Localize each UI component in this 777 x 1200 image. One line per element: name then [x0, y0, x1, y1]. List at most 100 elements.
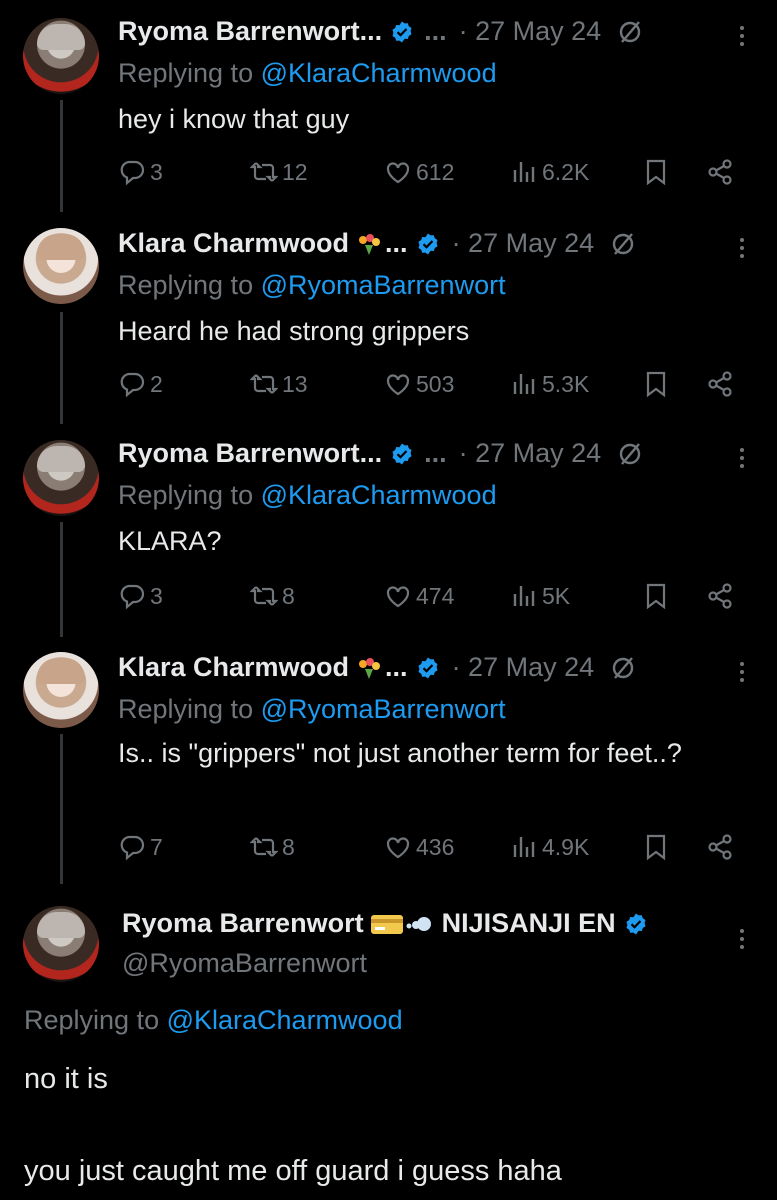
avatar[interactable]: [23, 906, 99, 982]
reply-button[interactable]: 2: [118, 370, 163, 398]
display-name[interactable]: Ryoma Barrenwort: [122, 908, 364, 939]
views-icon: [513, 162, 535, 182]
bouquet-icon: [359, 657, 381, 679]
mention-link[interactable]: @KlaraCharmwood: [261, 480, 497, 510]
thread-line: [60, 100, 63, 212]
handle[interactable]: @RyomaBarrenwort: [122, 948, 367, 979]
tweet-text: KLARA?: [118, 526, 222, 556]
action-bar: 3 12 612 6.2K: [118, 158, 748, 190]
grok-slash-icon[interactable]: [617, 19, 643, 45]
timestamp[interactable]: · 27 May 24: [459, 438, 602, 469]
share-icon: [708, 159, 732, 185]
credit-card-icon: [370, 914, 403, 934]
tweet-text: Heard he had strong grippers: [118, 316, 470, 346]
timestamp[interactable]: · 27 May 24: [459, 16, 602, 47]
views-icon: [513, 837, 535, 857]
like-icon: [386, 374, 410, 396]
reply-icon: [120, 160, 145, 186]
display-name[interactable]: Klara Charmwood: [118, 652, 349, 683]
action-bar: 2 13 503 5.3K: [118, 370, 748, 402]
replying-to: Replying to @KlaraCharmwood: [118, 58, 497, 88]
like-button[interactable]: 436: [384, 833, 454, 861]
action-bar: 7 8 436 4.9K: [118, 833, 748, 865]
reply-button[interactable]: 7: [118, 833, 163, 861]
verified-icon: [392, 443, 412, 464]
display-name-suffix: NIJISANJI EN: [441, 908, 616, 938]
like-button[interactable]: 503: [384, 370, 454, 398]
like-icon: [386, 837, 410, 859]
repost-button[interactable]: 12: [250, 158, 308, 186]
bookmark-icon: [646, 371, 666, 398]
timestamp[interactable]: · 27 May 24: [452, 228, 595, 259]
share-button[interactable]: [706, 370, 738, 398]
avatar[interactable]: [23, 652, 99, 728]
share-button[interactable]: [706, 833, 738, 861]
display-name[interactable]: Ryoma Barrenwort...: [118, 438, 382, 469]
display-name[interactable]: Ryoma Barrenwort...: [118, 16, 382, 47]
tweet-text: hey i know that guy: [118, 104, 350, 134]
share-icon: [708, 371, 732, 397]
bookmark-icon: [646, 834, 666, 861]
bookmark-button[interactable]: [642, 833, 674, 861]
thread-line: [60, 522, 63, 637]
avatar[interactable]: [23, 228, 99, 304]
like-button[interactable]: 474: [384, 582, 454, 610]
share-icon: [708, 834, 732, 860]
verified-icon: [418, 233, 438, 254]
bookmark-icon: [646, 583, 666, 610]
truncation-dots: ...: [424, 438, 447, 468]
reply-icon: [120, 835, 145, 861]
repost-button[interactable]: 8: [250, 833, 295, 861]
reply-icon: [120, 372, 145, 398]
verified-icon: [392, 21, 412, 42]
share-icon: [708, 583, 732, 609]
tweet-text-line: no it is: [24, 1063, 108, 1095]
bookmark-button[interactable]: [642, 158, 674, 186]
mention-link[interactable]: @RyomaBarrenwort: [261, 694, 506, 724]
views-button[interactable]: 5.3K: [510, 370, 589, 398]
mention-link[interactable]: @KlaraCharmwood: [167, 1005, 403, 1035]
avatar[interactable]: [23, 440, 99, 516]
grok-slash-icon[interactable]: [610, 655, 636, 681]
repost-button[interactable]: 13: [250, 370, 308, 398]
more-icon[interactable]: [737, 925, 747, 955]
truncation-dots: ...: [385, 228, 408, 258]
like-icon: [386, 162, 410, 184]
verified-icon: [418, 657, 438, 678]
replying-to: Replying to @RyomaBarrenwort: [118, 694, 506, 724]
bookmark-icon: [646, 159, 666, 186]
views-icon: [513, 586, 535, 606]
bouquet-icon: [359, 233, 381, 255]
reply-button[interactable]: 3: [118, 582, 163, 610]
action-bar: 3 8 474 5K: [118, 582, 748, 614]
reply-button[interactable]: 3: [118, 158, 163, 186]
bookmark-button[interactable]: [642, 582, 674, 610]
like-button[interactable]: 612: [384, 158, 454, 186]
views-button[interactable]: 6.2K: [510, 158, 589, 186]
verified-icon: [626, 913, 646, 934]
grok-slash-icon[interactable]: [610, 231, 636, 257]
share-button[interactable]: [706, 158, 738, 186]
share-button[interactable]: [706, 582, 738, 610]
mention-link[interactable]: @RyomaBarrenwort: [261, 270, 506, 300]
views-button[interactable]: 4.9K: [510, 833, 589, 861]
replying-to: Replying to @RyomaBarrenwort: [118, 270, 506, 300]
bookmark-button[interactable]: [642, 370, 674, 398]
mention-link[interactable]: @KlaraCharmwood: [261, 58, 497, 88]
more-icon[interactable]: [737, 234, 747, 264]
grok-slash-icon[interactable]: [617, 441, 643, 467]
more-icon[interactable]: [737, 444, 747, 474]
replying-to: Replying to @KlaraCharmwood: [24, 1005, 403, 1035]
timestamp[interactable]: · 27 May 24: [452, 652, 595, 683]
more-icon[interactable]: [737, 22, 747, 52]
dash-icon: [406, 916, 431, 931]
repost-button[interactable]: 8: [250, 582, 295, 610]
repost-icon: [250, 586, 278, 606]
repost-icon: [250, 837, 278, 857]
display-name[interactable]: Klara Charmwood: [118, 228, 349, 259]
tweet-text: Is.. is "grippers" not just another term…: [118, 738, 682, 768]
more-icon[interactable]: [737, 658, 747, 688]
views-button[interactable]: 5K: [510, 582, 570, 610]
avatar[interactable]: [23, 18, 99, 94]
repost-icon: [250, 162, 278, 182]
